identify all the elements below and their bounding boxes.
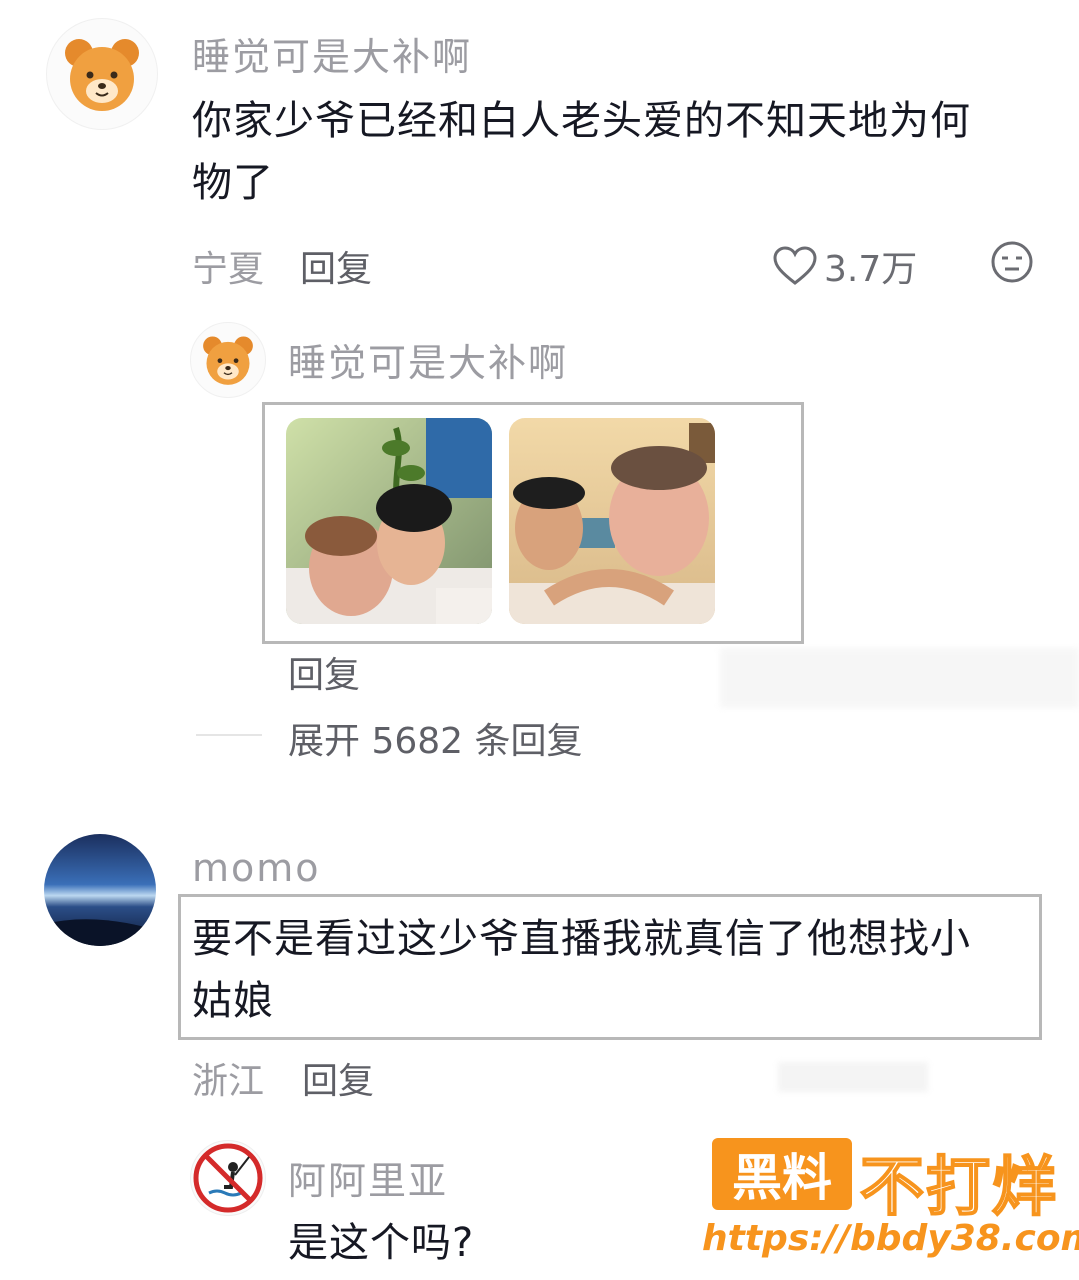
like-button[interactable]: 3.7万 — [772, 240, 917, 292]
username[interactable]: 睡觉可是大补啊 — [288, 332, 568, 387]
meh-face-icon — [991, 241, 1033, 283]
reply-button[interactable]: 回复 — [300, 240, 372, 292]
reply-button[interactable]: 回复 — [288, 646, 360, 698]
divider-line — [196, 734, 262, 736]
watermark-badge: 黑料 — [712, 1138, 852, 1210]
comment-text-line: 你家少爷已经和白人老头爱的不知天地为何 — [192, 98, 971, 144]
location-label: 宁夏 — [192, 249, 265, 290]
watermark-url: https://bbdy38.com — [702, 1218, 1079, 1259]
reply-button[interactable]: 回复 — [302, 1052, 374, 1104]
horizon-avatar-icon — [44, 834, 156, 946]
watermark-slogan: 不打烊 — [859, 1150, 1058, 1226]
heart-icon — [773, 246, 817, 285]
obscured-like-area — [720, 648, 1079, 708]
location-label: 浙江 — [192, 1061, 265, 1102]
no-fishing-avatar-icon — [193, 1143, 263, 1213]
avatar[interactable] — [44, 834, 156, 946]
like-count: 3.7万 — [824, 249, 918, 290]
dislike-button[interactable] — [990, 240, 1034, 284]
photo-image — [286, 418, 492, 624]
comment-text-line: 要不是看过这少爷直播我就真信了他想找小 — [192, 916, 971, 962]
username[interactable]: 阿阿里亚 — [288, 1150, 448, 1205]
username[interactable]: momo — [192, 846, 321, 890]
avatar[interactable] — [46, 18, 158, 130]
comment-text-line: 姑娘 — [192, 978, 274, 1024]
watermark-badge-text: 黑料 — [732, 1149, 832, 1207]
avatar[interactable] — [190, 322, 266, 398]
bear-avatar-icon — [203, 336, 253, 385]
username[interactable]: 睡觉可是大补啊 — [192, 26, 472, 81]
photo-image — [509, 418, 715, 624]
selfie-photo[interactable] — [509, 418, 715, 624]
comment-text-line: 物了 — [192, 160, 274, 206]
avatar[interactable] — [190, 1140, 266, 1216]
bear-avatar-icon — [65, 39, 139, 111]
selfie-photo[interactable] — [286, 418, 492, 624]
comment-text: 要不是看过这少爷直播我就真信了他想找小 姑娘 — [192, 908, 1032, 1032]
expand-replies-button[interactable]: 展开 5682 条回复 — [288, 712, 583, 764]
comment-text: 你家少爷已经和白人老头爱的不知天地为何 物了 — [192, 90, 1052, 214]
obscured-like-area — [778, 1062, 928, 1092]
comment-text: 是这个吗? — [288, 1220, 475, 1266]
